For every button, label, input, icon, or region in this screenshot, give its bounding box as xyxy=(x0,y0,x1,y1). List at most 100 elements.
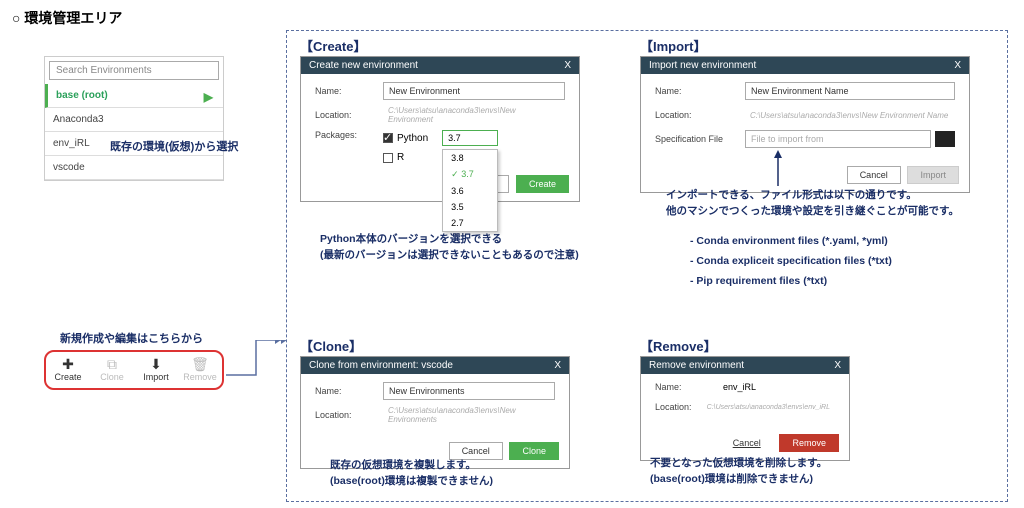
spec-file-label: Specification File xyxy=(655,134,745,144)
create-dialog: Create new environment X Name: New Enviro… xyxy=(300,56,580,202)
dialog-title: Create new environment X xyxy=(301,57,579,74)
import-button[interactable]: ⬇Import xyxy=(134,352,178,388)
plus-icon: ✚ xyxy=(46,356,90,372)
python-label: Python xyxy=(397,133,428,144)
import-group-label: 【Import】 xyxy=(640,36,706,55)
bullet: - Pip requirement files (*txt) xyxy=(690,274,892,290)
cap-line: 不要となった仮想環境を削除します。 xyxy=(650,456,827,472)
remove-label: Remove xyxy=(183,372,217,382)
version-dropdown: 3.8 3.7 3.6 3.5 2.7 xyxy=(442,149,498,232)
location-value: C:\Users\atsu\anaconda3\envs\New Environ… xyxy=(745,106,955,124)
bullet: - Conda environment files (*.yaml, *yml) xyxy=(690,234,892,250)
create-button[interactable]: ✚Create xyxy=(46,352,90,388)
name-input[interactable]: New Environment Name xyxy=(745,82,955,100)
version-option[interactable]: 3.8 xyxy=(443,150,497,166)
clone-group-label: 【Clone】 xyxy=(300,336,362,355)
name-label: Name: xyxy=(315,86,383,96)
version-option[interactable]: 3.6 xyxy=(443,183,497,199)
clone-submit-button[interactable]: Clone xyxy=(509,442,559,460)
location-value: C:\Users\atsu\anaconda3\envs\New Environ… xyxy=(383,406,555,424)
location-label: Location: xyxy=(655,402,702,412)
clone-dialog: Clone from environment: vscode X Name: Ne… xyxy=(300,356,570,469)
clone-button[interactable]: ⧉Clone xyxy=(90,352,134,388)
bullet: - Conda expliceit specification files (*… xyxy=(690,254,892,270)
cap-line: インポートできる、ファイル形式は以下の通りです。 xyxy=(666,188,959,204)
version-select[interactable]: 3.7 3.8 3.7 3.6 3.5 2.7 xyxy=(442,130,498,146)
env-label: base (root) xyxy=(56,90,108,101)
version-option[interactable]: 2.7 xyxy=(443,215,497,231)
cap-line: (最新のバージョンは選択できないこともあるので注意) xyxy=(320,248,579,264)
dialog-title: Import new environment X xyxy=(641,57,969,74)
cap-line: (base(root)環境は削除できません) xyxy=(650,472,827,488)
section-title: 環境管理エリア xyxy=(12,8,122,28)
name-input[interactable]: New Environment xyxy=(383,82,565,100)
python-checkbox[interactable] xyxy=(383,133,393,143)
name-value: env_iRL xyxy=(723,382,756,392)
version-option[interactable]: 3.7 xyxy=(443,166,497,183)
cap-line: 既存の仮想環境を複製します。 xyxy=(330,458,493,474)
close-icon[interactable]: X xyxy=(564,60,571,71)
clone-caption: 既存の仮想環境を複製します。 (base(root)環境は複製できません) xyxy=(330,458,493,490)
cancel-button[interactable]: Cancel xyxy=(847,166,901,184)
env-item-base[interactable]: base (root) ▶ xyxy=(45,84,223,108)
location-value: C:\Users\atsu\anaconda3\envs\New Environ… xyxy=(383,106,565,124)
import-submit-button[interactable]: Import xyxy=(907,166,959,184)
r-label: R xyxy=(397,152,404,163)
arrow-toolbar xyxy=(226,340,288,400)
packages-label: Packages: xyxy=(315,130,383,140)
create-label: Create xyxy=(54,372,81,382)
environment-panel: Search Environments base (root) ▶ Anacon… xyxy=(44,56,224,181)
import-caption: インポートできる、ファイル形式は以下の通りです。 他のマシンでつくった環境や設定… xyxy=(666,188,959,220)
dialog-title: Remove environment X xyxy=(641,357,849,374)
close-icon[interactable]: X xyxy=(954,60,961,71)
title-text: Clone from environment: vscode xyxy=(309,360,453,371)
create-submit-button[interactable]: Create xyxy=(516,175,569,193)
cap-line: 他のマシンでつくった環境や設定を引き継ぐことが可能です。 xyxy=(666,204,959,220)
trash-icon: 🗑 xyxy=(178,356,222,372)
env-item[interactable]: vscode xyxy=(45,156,223,180)
cap-line: (base(root)環境は複製できません) xyxy=(330,474,493,490)
play-icon[interactable]: ▶ xyxy=(204,90,213,104)
import-bullets: - Conda environment files (*.yaml, *yml)… xyxy=(690,234,892,289)
remove-group-label: 【Remove】 xyxy=(640,336,717,355)
arrow-import xyxy=(772,150,784,186)
env-toolbar: ✚Create ⧉Clone ⬇Import 🗑Remove xyxy=(44,350,224,390)
cap-line: Python本体のバージョンを選択できる xyxy=(320,232,579,248)
title-text: Create new environment xyxy=(309,60,418,71)
spec-file-input[interactable]: File to import from xyxy=(745,130,931,148)
create-caption: Python本体のバージョンを選択できる (最新のバージョンは選択できないことも… xyxy=(320,232,579,264)
create-group-label: 【Create】 xyxy=(300,36,366,55)
environment-list: base (root) ▶ Anaconda3 env_iRL vscode xyxy=(45,84,223,180)
name-input[interactable]: New Environments xyxy=(383,382,555,400)
remove-button[interactable]: 🗑Remove xyxy=(178,352,222,388)
name-label: Name: xyxy=(655,86,745,96)
name-label: Name: xyxy=(655,382,723,392)
dialog-title: Clone from environment: vscode X xyxy=(301,357,569,374)
r-checkbox[interactable] xyxy=(383,153,393,163)
remove-submit-button[interactable]: Remove xyxy=(779,434,839,452)
location-label: Location: xyxy=(655,110,745,120)
location-value: C:\Users\atsu\anaconda3\envs\env_iRL xyxy=(702,398,835,416)
cancel-button[interactable]: Cancel xyxy=(721,435,773,451)
close-icon[interactable]: X xyxy=(834,360,841,371)
location-label: Location: xyxy=(315,410,383,420)
title-text: Import new environment xyxy=(649,60,756,71)
close-icon[interactable]: X xyxy=(554,360,561,371)
title-text: Remove environment xyxy=(649,360,744,371)
env-item[interactable]: Anaconda3 xyxy=(45,108,223,132)
version-option[interactable]: 3.5 xyxy=(443,199,497,215)
clone-label: Clone xyxy=(100,372,124,382)
import-label: Import xyxy=(143,372,169,382)
download-icon: ⬇ xyxy=(134,356,178,372)
remove-caption: 不要となった仮想環境を削除します。 (base(root)環境は削除できません) xyxy=(650,456,827,488)
location-label: Location: xyxy=(315,110,383,120)
name-label: Name: xyxy=(315,386,383,396)
copy-icon: ⧉ xyxy=(90,356,134,372)
annotation-existing: 既存の環境(仮想)から選択 xyxy=(110,140,238,155)
remove-dialog: Remove environment X Name: env_iRL Locati… xyxy=(640,356,850,461)
version-selected: 3.7 xyxy=(448,133,461,143)
folder-icon[interactable] xyxy=(935,131,955,147)
search-input[interactable]: Search Environments xyxy=(49,61,219,80)
import-dialog: Import new environment X Name: New Enviro… xyxy=(640,56,970,193)
annotation-new: 新規作成や編集はこちらから xyxy=(60,332,203,347)
